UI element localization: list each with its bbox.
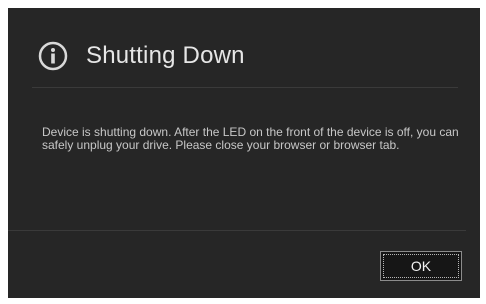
dialog-message: Device is shutting down. After the LED o… <box>42 125 459 152</box>
info-icon <box>38 41 68 71</box>
header-divider <box>32 87 458 88</box>
footer-divider <box>8 230 466 231</box>
dialog-title: Shutting Down <box>86 42 245 69</box>
shutdown-dialog: Shutting Down Device is shutting down. A… <box>8 8 480 298</box>
dialog-header: Shutting Down <box>38 36 245 76</box>
ok-button[interactable]: OK <box>380 251 462 281</box>
